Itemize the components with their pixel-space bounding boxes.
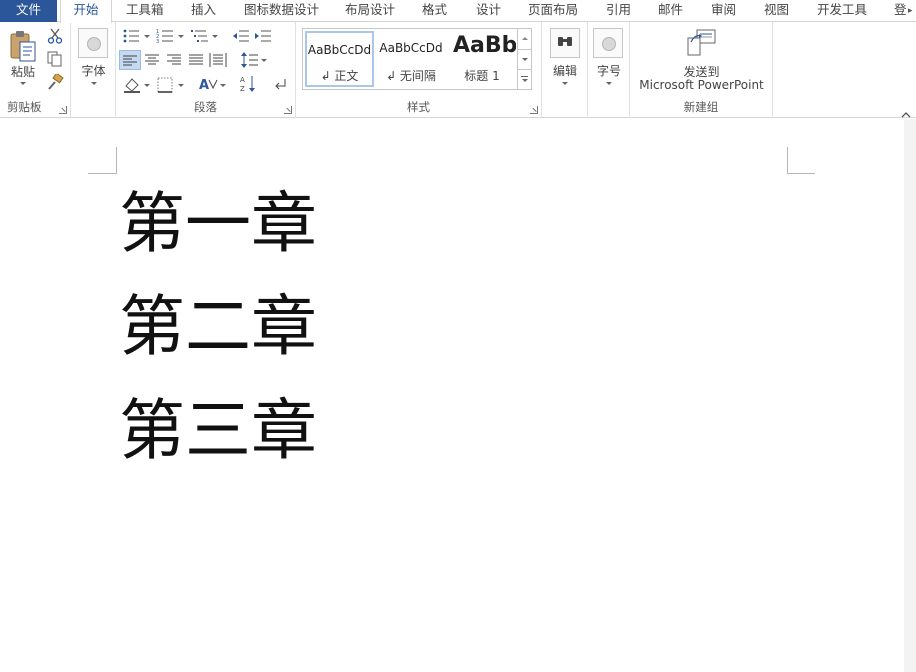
document-page[interactable]: 第一章 第二章 第三章 bbox=[0, 119, 916, 672]
document-line-chapter-1[interactable]: 第一章 bbox=[119, 189, 317, 259]
style-heading-1-sample: AaBb bbox=[453, 33, 516, 58]
format-painter-icon[interactable] bbox=[46, 72, 64, 90]
tab-file[interactable]: 文件 bbox=[0, 0, 57, 22]
sort-icon[interactable]: A Z bbox=[239, 74, 257, 94]
style-normal[interactable]: AaBbCcDd ↲ 正文 bbox=[305, 31, 374, 87]
document-line-chapter-3[interactable]: 第三章 bbox=[119, 396, 317, 466]
tab-review[interactable]: 审阅 bbox=[711, 0, 736, 22]
line-spacing-icon[interactable] bbox=[240, 50, 268, 70]
style-no-spacing-name: ↲ 无间隔 bbox=[386, 69, 436, 83]
show-formatting-marks-icon[interactable] bbox=[273, 76, 289, 92]
ribbon: 粘贴 剪贴板 字体 1 2 3 A A Z 段落 样式 AaBbCcDd ↲ 正… bbox=[0, 22, 916, 118]
style-heading-1-name: 标题 1 bbox=[464, 69, 500, 83]
paste-icon[interactable] bbox=[8, 30, 38, 64]
increase-indent-icon[interactable] bbox=[254, 28, 272, 44]
numbering-icon[interactable]: 1 2 3 bbox=[156, 28, 186, 45]
decrease-indent-icon[interactable] bbox=[232, 28, 250, 44]
editing-dropdown-icon[interactable] bbox=[562, 82, 568, 85]
margin-marker-top-left bbox=[88, 147, 117, 174]
asian-layout-icon[interactable]: A bbox=[198, 76, 228, 94]
new-group-label: 新建组 bbox=[683, 100, 719, 114]
collapse-ribbon-icon[interactable] bbox=[901, 104, 911, 118]
copy-icon[interactable] bbox=[46, 51, 64, 67]
editing-group: 编辑 bbox=[542, 22, 588, 118]
shading-icon[interactable] bbox=[122, 76, 152, 94]
font-group-icon[interactable] bbox=[78, 28, 108, 58]
tab-page-layout[interactable]: 页面布局 bbox=[528, 0, 578, 22]
paragraph-dialog-launcher-icon[interactable] bbox=[284, 106, 292, 114]
send-to-powerpoint-icon[interactable] bbox=[685, 28, 717, 58]
styles-gallery: AaBbCcDd ↲ 正文 AaBbCcDd ↲ 无间隔 AaBb 标题 1 bbox=[302, 28, 532, 90]
paste-dropdown-icon[interactable] bbox=[20, 82, 26, 85]
tab-design[interactable]: 设计 bbox=[476, 0, 501, 22]
tab-mailings[interactable]: 邮件 bbox=[658, 0, 683, 22]
borders-icon[interactable] bbox=[156, 76, 186, 94]
margin-marker-top-right bbox=[787, 147, 815, 174]
paste-label[interactable]: 粘贴 bbox=[6, 63, 40, 80]
tab-chart-data-design[interactable]: 图标数据设计 bbox=[244, 0, 319, 22]
send-to-label-line2[interactable]: Microsoft PowerPoint bbox=[630, 78, 773, 92]
clipboard-dialog-launcher-icon[interactable] bbox=[59, 106, 67, 114]
fontsize-label[interactable]: 字号 bbox=[588, 62, 630, 79]
style-normal-sample: AaBbCcDd bbox=[307, 43, 372, 57]
styles-dialog-launcher-icon[interactable] bbox=[530, 106, 538, 114]
fontsize-dropdown-icon[interactable] bbox=[606, 82, 612, 85]
svg-text:A: A bbox=[199, 78, 209, 93]
cut-icon[interactable] bbox=[46, 28, 64, 44]
style-heading-1[interactable]: AaBb 标题 1 bbox=[448, 31, 516, 87]
bullets-icon[interactable] bbox=[122, 28, 152, 44]
page-edge bbox=[904, 119, 916, 672]
gallery-scroll-down-icon[interactable] bbox=[517, 49, 531, 69]
tab-home[interactable]: 开始 bbox=[60, 0, 112, 23]
paragraph-group: 1 2 3 A A Z 段落 bbox=[116, 22, 296, 118]
fontsize-group: 字号 bbox=[588, 22, 630, 118]
binoculars-icon[interactable] bbox=[550, 28, 580, 58]
distributed-icon[interactable] bbox=[209, 51, 227, 69]
tab-scroll-right-icon[interactable]: ▸ bbox=[908, 3, 916, 19]
font-dropdown-icon[interactable] bbox=[91, 82, 97, 85]
style-normal-name: ↲ 正文 bbox=[320, 69, 359, 83]
tab-references[interactable]: 引用 bbox=[606, 0, 631, 22]
ribbon-tab-bar: 文件 开始 工具箱 插入 图标数据设计 布局设计 格式 设计 页面布局 引用 邮… bbox=[0, 0, 916, 23]
tab-signin[interactable]: 登 bbox=[894, 0, 907, 22]
font-label[interactable]: 字体 bbox=[71, 62, 116, 79]
svg-text:3: 3 bbox=[156, 39, 159, 44]
style-no-spacing-sample: AaBbCcDd bbox=[379, 41, 443, 55]
tab-insert[interactable]: 插入 bbox=[191, 0, 216, 22]
tab-developer[interactable]: 开发工具 bbox=[817, 0, 867, 22]
editing-label[interactable]: 编辑 bbox=[542, 62, 588, 79]
document-line-chapter-2[interactable]: 第二章 bbox=[119, 292, 317, 362]
new-group: 发送到 Microsoft PowerPoint 新建组 bbox=[630, 22, 773, 118]
tab-view[interactable]: 视图 bbox=[764, 0, 789, 22]
align-center-icon[interactable] bbox=[143, 51, 161, 69]
svg-text:Z: Z bbox=[240, 85, 245, 93]
svg-text:A: A bbox=[240, 76, 245, 84]
align-right-icon[interactable] bbox=[165, 51, 183, 69]
styles-group-label: 样式 bbox=[407, 100, 430, 114]
multilevel-list-icon[interactable] bbox=[190, 28, 220, 44]
fontsize-group-icon[interactable] bbox=[593, 28, 623, 58]
gallery-scroll-up-icon[interactable] bbox=[517, 29, 531, 49]
justify-icon[interactable] bbox=[187, 51, 205, 69]
style-no-spacing[interactable]: AaBbCcDd ↲ 无间隔 bbox=[376, 31, 446, 87]
font-group: 字体 bbox=[71, 22, 116, 118]
clipboard-group: 粘贴 剪贴板 bbox=[0, 22, 71, 118]
tab-toolbox[interactable]: 工具箱 bbox=[126, 0, 164, 22]
gallery-more-icon[interactable] bbox=[517, 69, 531, 89]
align-left-icon[interactable] bbox=[119, 50, 141, 70]
tab-format[interactable]: 格式 bbox=[422, 0, 447, 22]
tab-layout-design[interactable]: 布局设计 bbox=[345, 0, 395, 22]
paragraph-group-label: 段落 bbox=[194, 100, 217, 114]
